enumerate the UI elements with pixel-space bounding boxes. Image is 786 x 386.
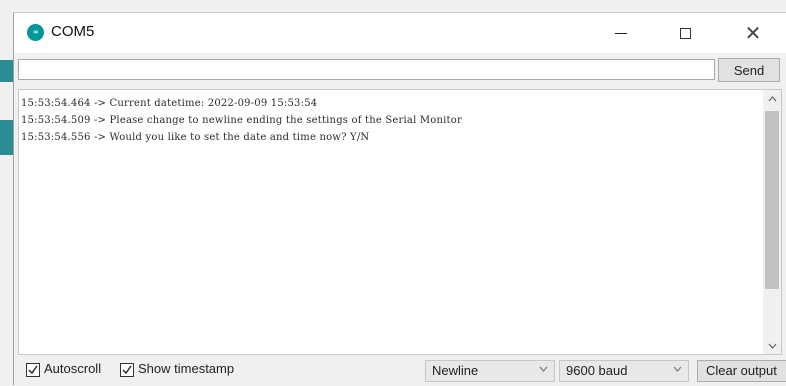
background-strip-bottom: [0, 120, 14, 155]
show-timestamp-label[interactable]: Show timestamp: [138, 361, 234, 376]
output-line: 15:53:54.464 -> Current datetime: 2022-0…: [21, 98, 318, 109]
arduino-logo-icon: ∞: [27, 24, 44, 41]
baud-rate-select[interactable]: 9600 baud: [559, 360, 689, 382]
title-bar[interactable]: ∞ COM5 ✕: [14, 13, 786, 53]
send-button[interactable]: Send: [718, 58, 780, 82]
line-ending-value: Newline: [432, 363, 479, 378]
autoscroll-checkbox[interactable]: [26, 363, 40, 377]
maximize-button[interactable]: [661, 13, 709, 53]
line-ending-select[interactable]: Newline: [425, 360, 555, 382]
background-strip-top: [0, 60, 14, 82]
baud-rate-value: 9600 baud: [566, 363, 628, 378]
scroll-up-arrow-icon[interactable]: [763, 90, 781, 107]
window-title: COM5: [51, 23, 95, 40]
close-button[interactable]: ✕: [729, 13, 777, 53]
checkmark-icon: [122, 365, 132, 375]
show-timestamp-checkbox[interactable]: [120, 363, 134, 377]
scroll-down-arrow-icon[interactable]: [763, 337, 781, 354]
close-icon: ✕: [744, 21, 762, 45]
maximize-icon: [679, 27, 691, 39]
minimize-button[interactable]: [597, 13, 645, 53]
chevron-down-icon: [673, 364, 682, 374]
serial-input-field[interactable]: [18, 59, 715, 80]
clear-output-button[interactable]: Clear output: [697, 360, 786, 382]
bottom-toolbar: Autoscroll Show timestamp Newline 9600 b…: [14, 357, 786, 386]
logo-glyph: ∞: [32, 28, 39, 36]
vertical-scrollbar[interactable]: [763, 90, 781, 354]
serial-output-area[interactable]: 15:53:54.464 -> Current datetime: 2022-0…: [18, 89, 782, 355]
client-area: Send 15:53:54.464 -> Current datetime: 2…: [14, 53, 786, 386]
serial-monitor-window: ∞ COM5 ✕ Send 15:53:54.464 -> Current da…: [13, 12, 786, 386]
autoscroll-label[interactable]: Autoscroll: [44, 361, 101, 376]
output-line: 15:53:54.556 -> Would you like to set th…: [21, 132, 370, 143]
checkmark-icon: [28, 365, 38, 375]
output-line: 15:53:54.509 -> Please change to newline…: [21, 115, 462, 126]
scrollbar-thumb[interactable]: [765, 111, 779, 289]
output-lines: 15:53:54.464 -> Current datetime: 2022-0…: [21, 95, 761, 146]
chevron-down-icon: [539, 364, 548, 374]
minimize-icon: [615, 32, 627, 34]
